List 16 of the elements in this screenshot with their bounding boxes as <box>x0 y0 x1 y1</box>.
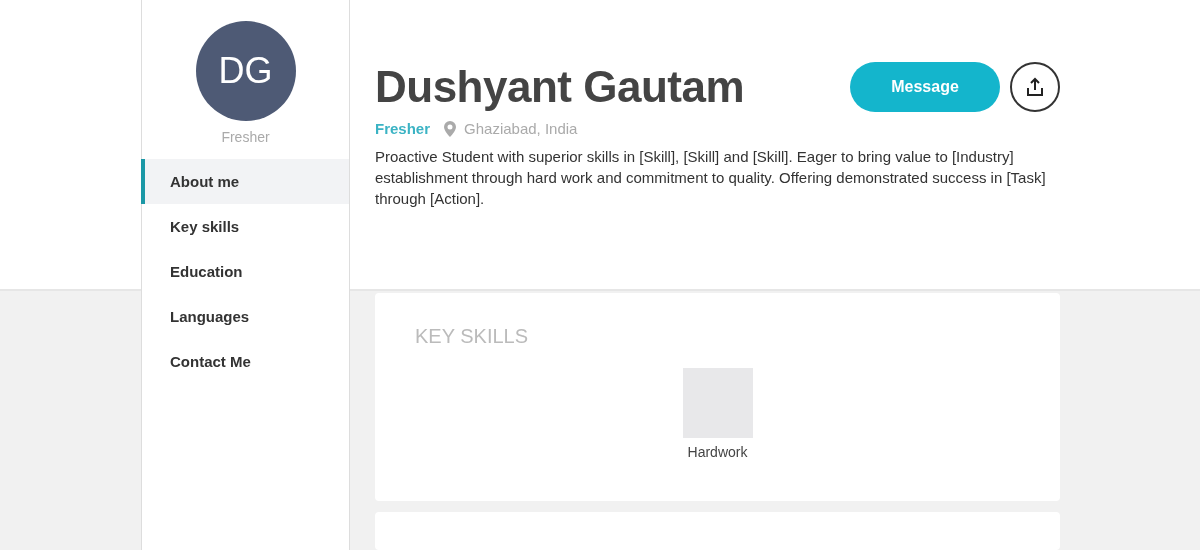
nav-item[interactable]: About me <box>141 159 349 204</box>
experience-level: Fresher <box>375 120 431 137</box>
summary-text: Proactive Student with superior skills in [Skill], [Skill] and [Skill]. Eager to bring value to [Industry] establishment through hard work and commitment to quality. Offering demonstrated success in [Task] through [Action]. <box>375 147 1047 209</box>
section-title: KEY SKILLS <box>415 325 530 349</box>
location-pin-icon <box>444 120 457 137</box>
share-icon <box>1025 77 1045 97</box>
nav-item[interactable]: Key skills <box>141 204 349 249</box>
share-button[interactable] <box>1010 62 1060 112</box>
nav-item[interactable]: Contact Me <box>141 339 349 384</box>
profile-name: Dushyant Gautam <box>375 62 745 112</box>
skill-label: Hardwork <box>687 444 748 461</box>
nav-item[interactable]: Languages <box>141 294 349 339</box>
location-text: Ghaziabad, India <box>464 120 578 137</box>
avatar: DG <box>195 21 296 121</box>
nav-item[interactable]: Education <box>141 249 349 294</box>
profile-subtitle: Fresher <box>221 129 270 145</box>
